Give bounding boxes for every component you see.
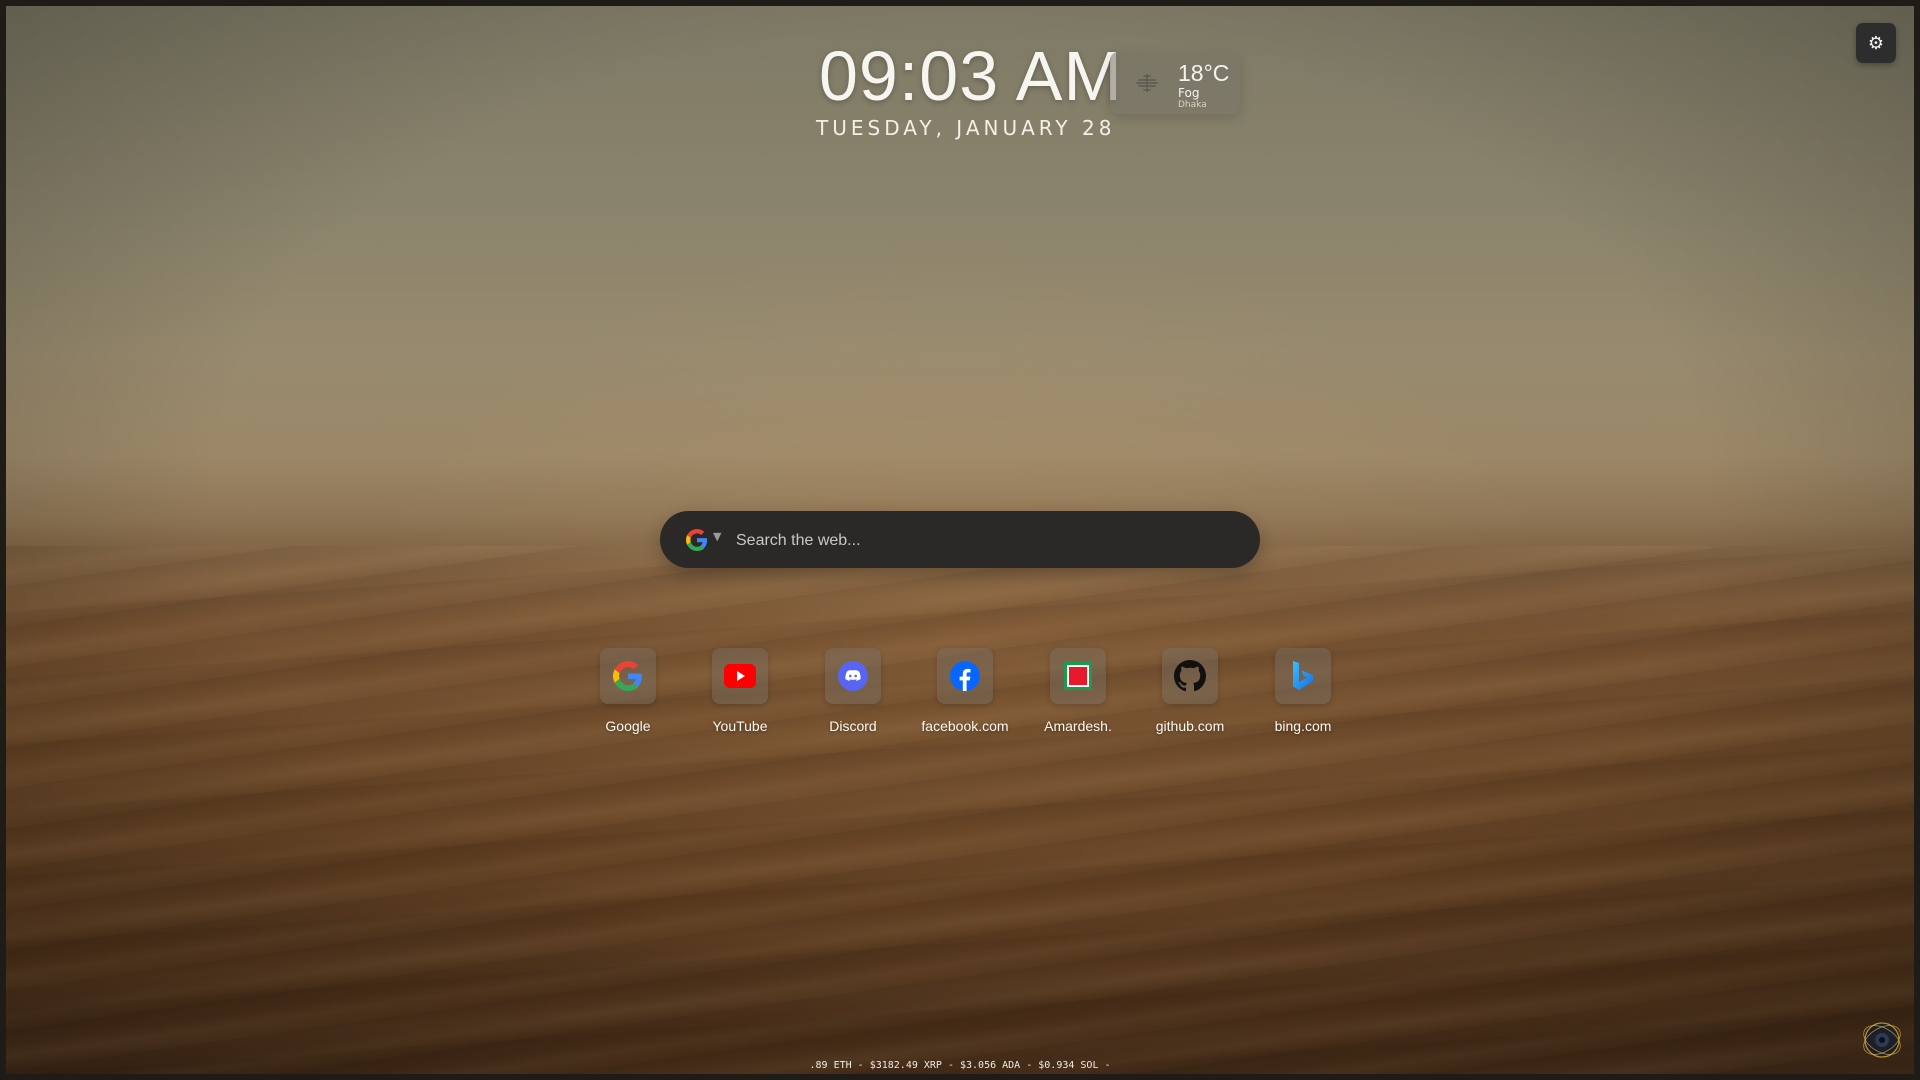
weather-widget[interactable]: 18°C Fog Dhaka (1110, 52, 1240, 114)
shortcut-tile[interactable] (825, 648, 881, 704)
shortcut-google[interactable]: Google (573, 648, 683, 738)
shortcut-label: Google (605, 718, 651, 734)
weather-temperature: 18°C (1178, 60, 1230, 86)
shortcut-tile[interactable] (937, 648, 993, 704)
bing-icon (1293, 661, 1313, 690)
gear-icon: ⚙ (1867, 32, 1885, 54)
shortcut-label: facebook.com (921, 718, 1009, 734)
shortcut-tile[interactable] (1275, 648, 1331, 704)
background-sand-dunes (6, 546, 1914, 1074)
clock-date: TUESDAY, JANUARY 28 (816, 116, 1116, 140)
shortcut-bing[interactable]: bing.com (1248, 648, 1358, 738)
facebook-icon (950, 661, 980, 691)
shortcut-facebook[interactable]: facebook.com (910, 648, 1020, 738)
weather-condition: Fog (1178, 86, 1200, 100)
shortcut-youtube[interactable]: YouTube (685, 648, 795, 738)
google-icon (613, 661, 642, 691)
amardesh-icon (1064, 662, 1092, 690)
google-icon[interactable] (686, 529, 708, 551)
shortcut-label: github.com (1155, 718, 1225, 734)
shortcuts-grid: Google YouTube Discord facebook.com Amar… (6, 648, 1914, 748)
fog-icon (1136, 74, 1158, 92)
engine-dropdown-caret-icon[interactable]: ▼ (713, 530, 721, 543)
shortcut-label: Discord (829, 718, 877, 734)
shortcut-tile[interactable] (1050, 648, 1106, 704)
crypto-ticker: .89 ETH - $3182.49 XRP - $3.056 ADA - $0… (809, 1060, 1111, 1071)
discord-icon (838, 661, 868, 691)
shortcut-label: bing.com (1274, 718, 1332, 734)
github-icon (1174, 660, 1206, 692)
weather-city: Dhaka (1178, 100, 1207, 110)
shortcut-label: Amardesh. (1044, 718, 1112, 734)
new-tab-page: 09:03 AM TUESDAY, JANUARY 28 18°C Fog Dh… (6, 6, 1914, 1074)
shortcut-discord[interactable]: Discord (798, 648, 908, 738)
shortcut-label: YouTube (712, 718, 768, 734)
search-bar[interactable]: ▼ (660, 511, 1260, 568)
settings-button[interactable]: ⚙ (1856, 23, 1896, 63)
search-input[interactable] (734, 525, 1238, 557)
shortcut-tile[interactable] (600, 648, 656, 704)
orb-icon[interactable] (1859, 1017, 1905, 1063)
youtube-icon (724, 664, 756, 688)
clock-time: 09:03 AM (819, 37, 1123, 115)
shortcut-github[interactable]: github.com (1135, 648, 1245, 738)
shortcut-tile[interactable] (712, 648, 768, 704)
shortcut-tile[interactable] (1162, 648, 1218, 704)
shortcut-amardesh[interactable]: Amardesh. (1023, 648, 1133, 738)
